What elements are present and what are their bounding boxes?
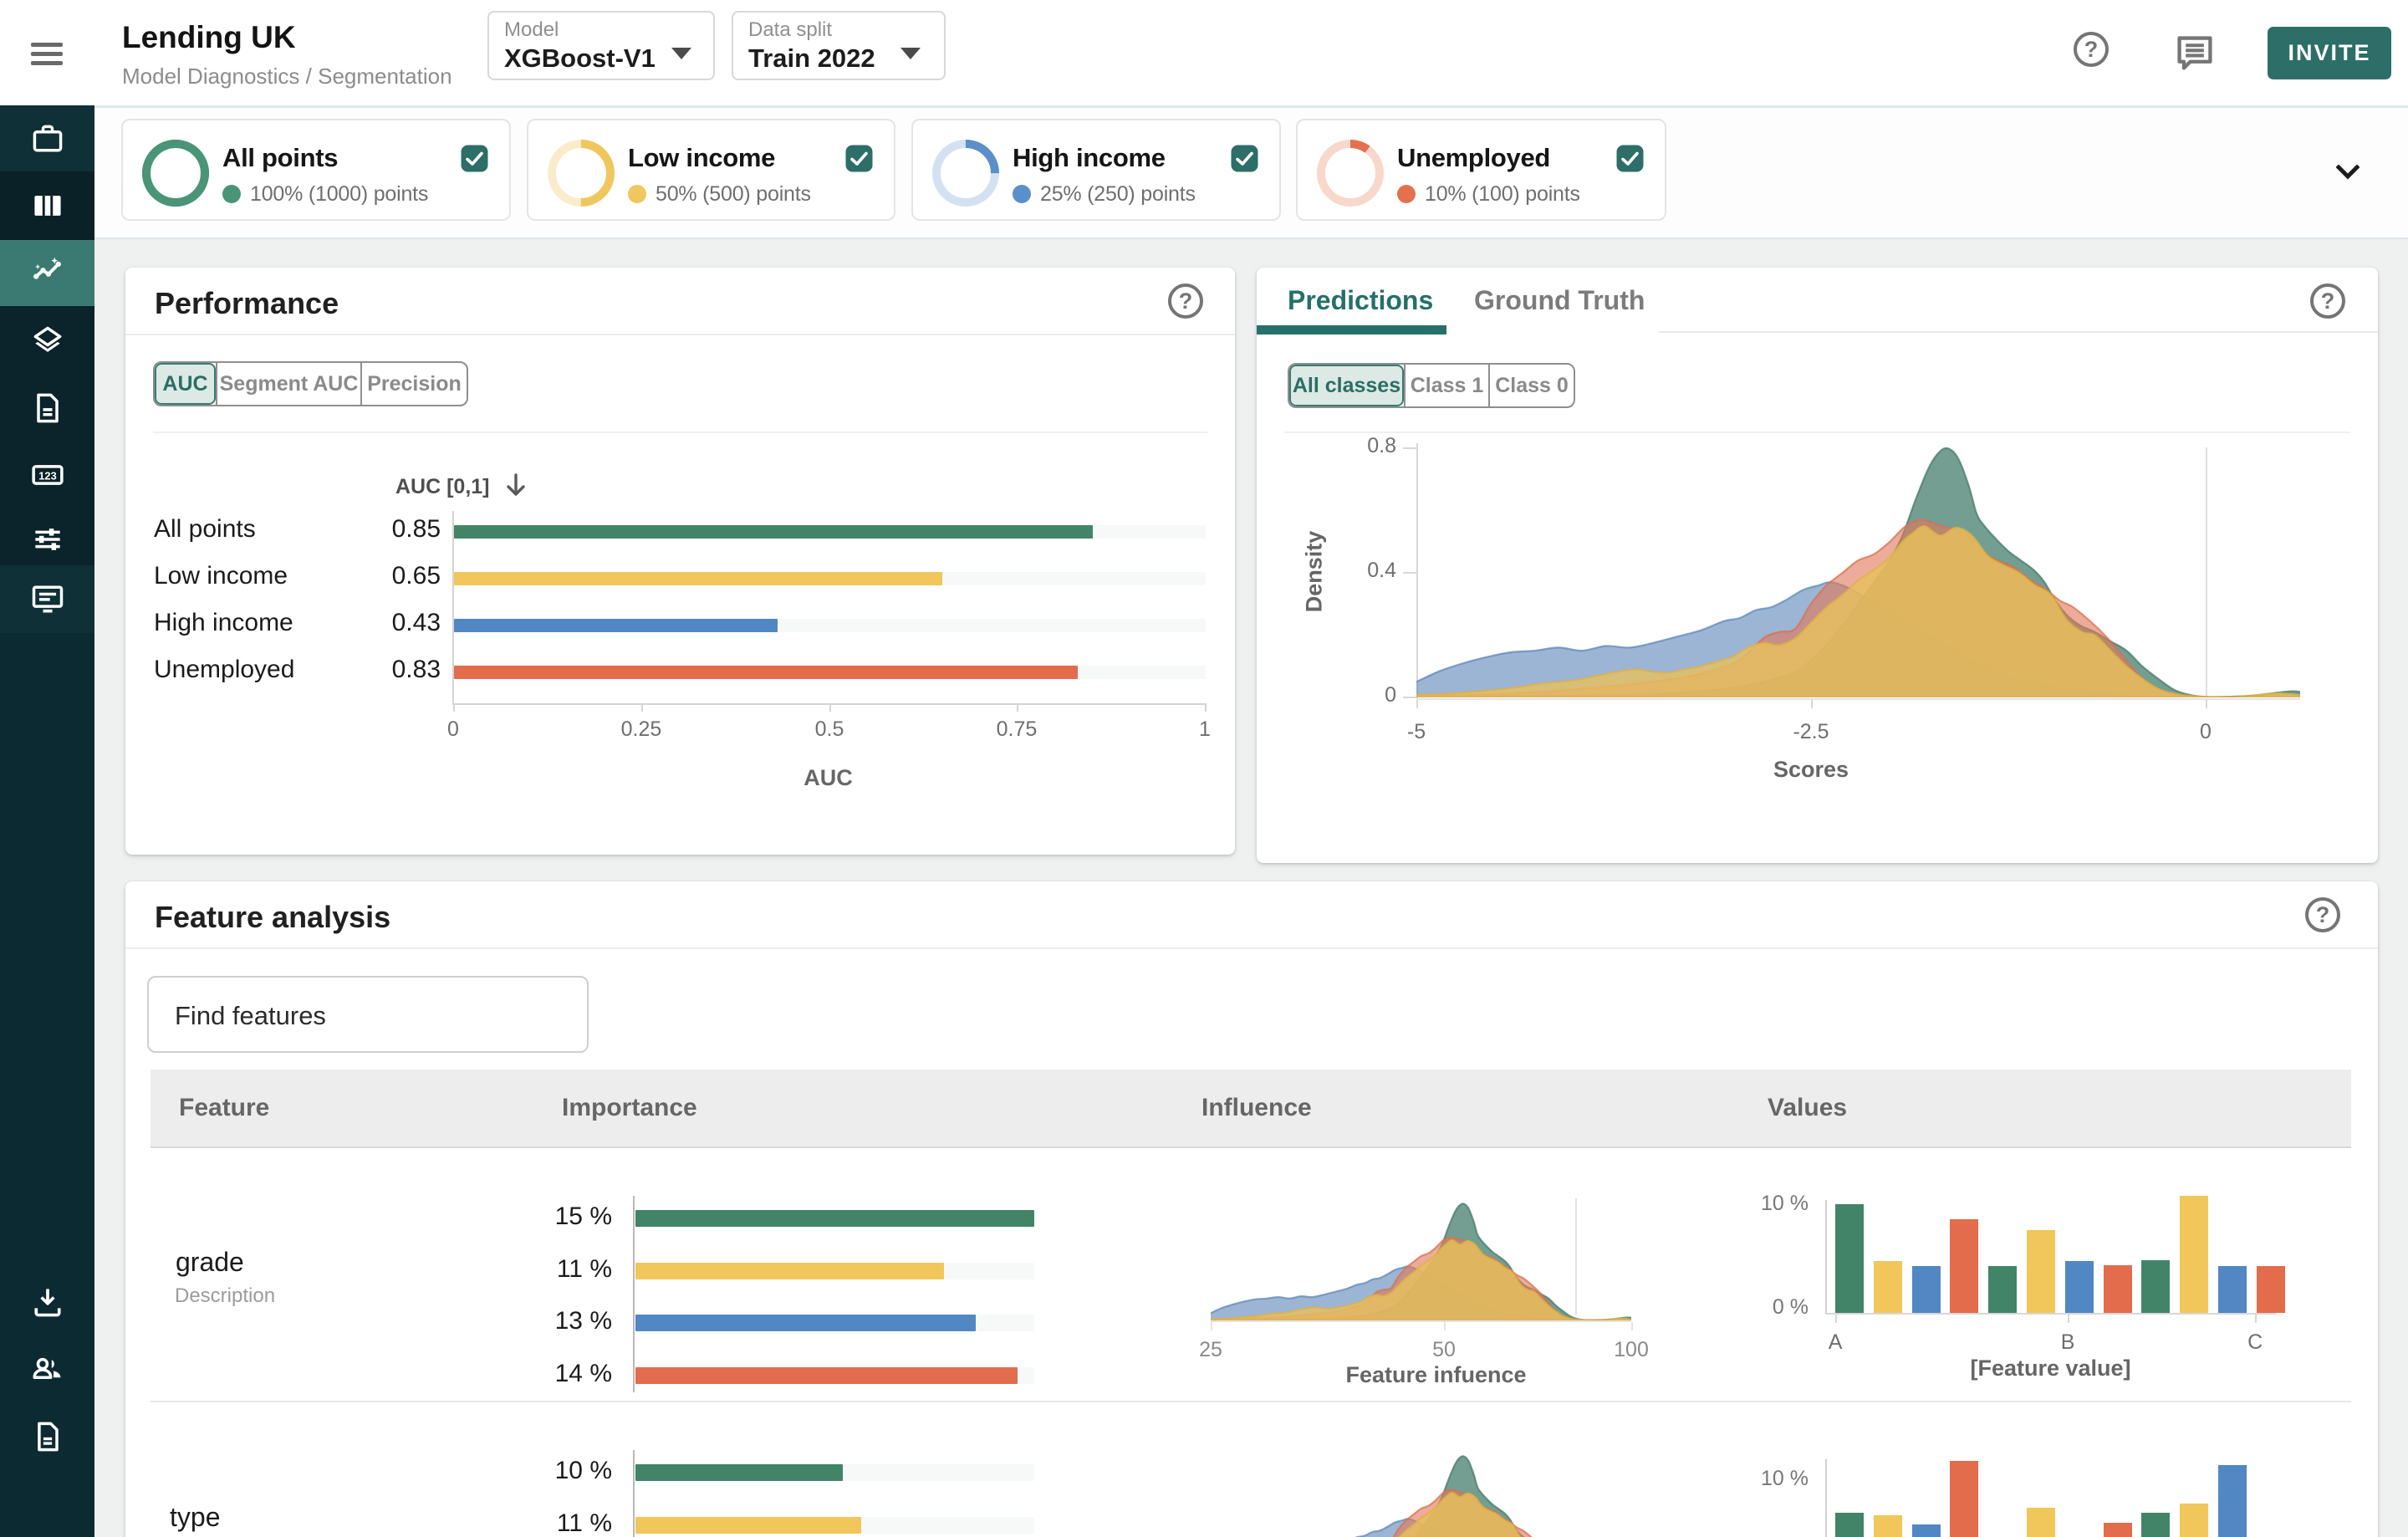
svg-text:123: 123 — [38, 470, 56, 483]
